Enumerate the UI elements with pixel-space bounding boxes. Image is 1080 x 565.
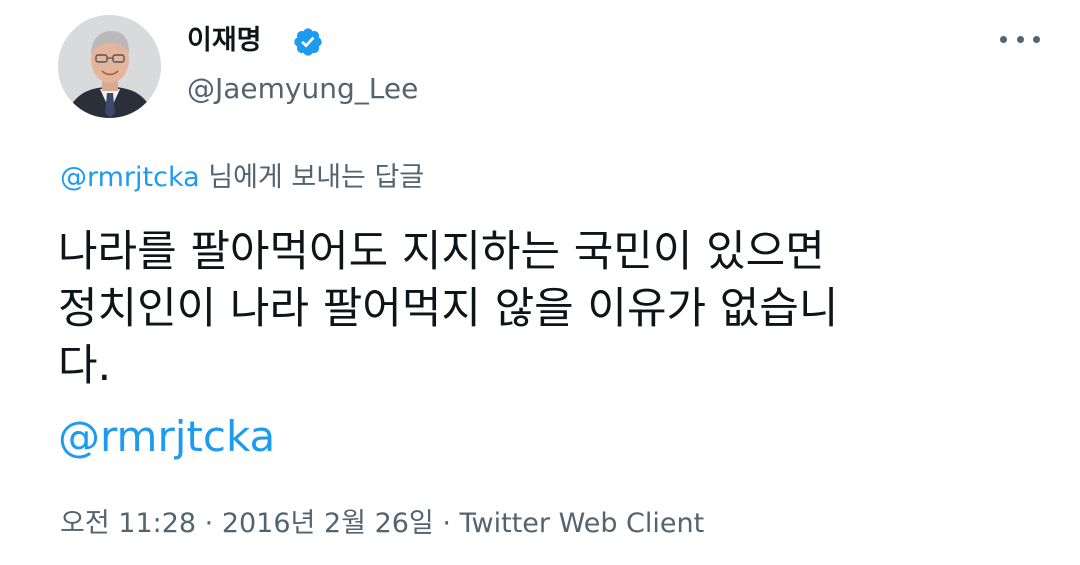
- display-name[interactable]: 이재명: [187, 24, 262, 58]
- reply-mention-link[interactable]: @rmrjtcka: [60, 162, 200, 193]
- tweet-text-line: 다.: [58, 341, 112, 391]
- more-options-icon[interactable]: [1000, 26, 1040, 52]
- meta-separator: ·: [433, 508, 460, 539]
- tweet-time-link[interactable]: 오전 11:28: [60, 508, 196, 539]
- reply-context: @rmrjtcka 님에게 보내는 답글: [60, 161, 424, 195]
- avatar[interactable]: [58, 15, 161, 118]
- more-dot: [1000, 35, 1007, 43]
- user-handle[interactable]: @Jaemyung_Lee: [187, 72, 418, 106]
- tweet-source-link[interactable]: Twitter Web Client: [460, 508, 705, 539]
- tweet-card: 이재명 @Jaemyung_Lee @rmrjtcka 님에게 보내는 답글 나…: [0, 0, 1080, 565]
- more-dot: [1033, 35, 1040, 43]
- verified-badge-icon: [294, 28, 322, 56]
- tweet-metadata: 오전 11:28 · 2016년 2월 26일 · Twitter Web Cl…: [60, 506, 704, 542]
- more-dot: [1016, 35, 1024, 43]
- tweet-text-line: 나라를 팔아먹어도 지지하는 국민이 있으면: [58, 227, 825, 277]
- meta-separator: ·: [196, 508, 222, 539]
- tweet-date-link[interactable]: 2016년 2월 26일: [222, 508, 434, 539]
- tweet-mention-link[interactable]: @rmrjtcka: [58, 410, 275, 464]
- reply-suffix: 님에게 보내는 답글: [199, 162, 425, 193]
- tweet-text-line: 정치인이 나라 팔어먹지 않을 이유가 없습니: [58, 284, 839, 334]
- tweet-text: 나라를 팔아먹어도 지지하는 국민이 있으면 정치인이 나라 팔어먹지 않을 이…: [58, 224, 1028, 395]
